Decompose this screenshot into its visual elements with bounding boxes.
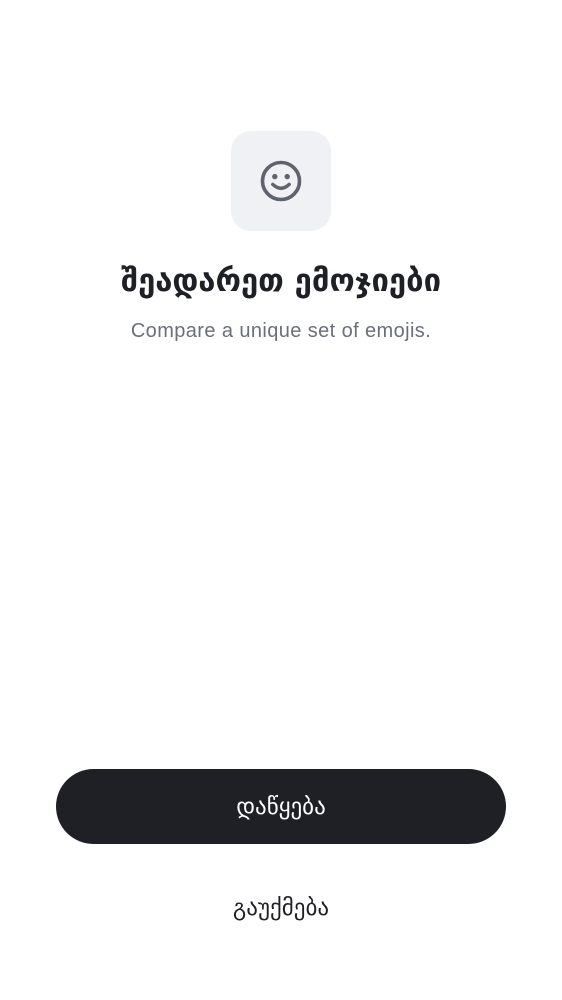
start-button[interactable]: დაწყება bbox=[56, 769, 506, 844]
smiley-face-icon bbox=[260, 160, 302, 202]
page-subtitle: Compare a unique set of emojis. bbox=[130, 320, 432, 342]
page-title: შეადარეთ ემოჯიები bbox=[120, 263, 442, 299]
emoji-compare-intro-screen: შეადარეთ ემოჯიები Compare a unique set o… bbox=[0, 0, 562, 1000]
icon-tile bbox=[231, 131, 331, 231]
cancel-button-label: გაუქმება bbox=[232, 895, 330, 921]
start-button-label: დაწყება bbox=[236, 793, 326, 820]
cancel-button[interactable]: გაუქმება bbox=[181, 884, 381, 932]
